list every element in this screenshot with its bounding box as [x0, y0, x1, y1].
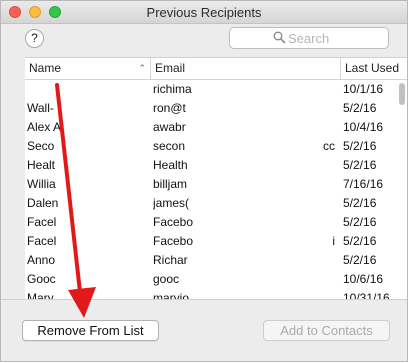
- title-bar: Previous Recipients: [1, 1, 407, 24]
- cell-name: Healt: [27, 158, 56, 172]
- table-row[interactable]: Gooc gooc 10/6/16: [25, 270, 395, 289]
- column-header-name[interactable]: Name ⌃: [25, 58, 150, 79]
- cell-name: [27, 80, 60, 99]
- cell-last-used: 10/6/16: [343, 272, 384, 286]
- vertical-scrollbar[interactable]: [397, 81, 407, 300]
- table-row[interactable]: Seco secon cc 5/2/16: [25, 137, 395, 156]
- cell-name: Seco: [27, 139, 55, 153]
- cell-name: Anno: [27, 253, 56, 267]
- cell-email-overflow: [320, 175, 335, 194]
- cell-email-overflow: [320, 118, 335, 137]
- scrollbar-thumb[interactable]: [399, 83, 405, 105]
- table-row[interactable]: Facel Facebo 5/2/16: [25, 213, 395, 232]
- table-row[interactable]: Wall-ron@t 5/2/16: [25, 99, 395, 118]
- cell-last-used: 5/2/16: [343, 101, 377, 115]
- cell-email-overflow: [320, 99, 335, 118]
- cell-last-used: 5/2/16: [343, 196, 377, 210]
- cell-name: Wall-: [27, 101, 54, 115]
- cell-email: gooc: [153, 272, 180, 286]
- column-header-email-label: Email: [155, 61, 186, 75]
- cell-name: Alex A: [27, 120, 60, 134]
- search-icon: [273, 31, 286, 44]
- table-row[interactable]: Anno Richar 5/2/16: [25, 251, 395, 270]
- cell-email: james(: [153, 196, 190, 210]
- cell-name: Willia: [27, 177, 56, 191]
- cell-email-overflow: [320, 194, 335, 213]
- table-row[interactable]: Healt Health 5/2/16: [25, 156, 395, 175]
- window-title: Previous Recipients: [146, 5, 262, 20]
- cell-name: Dalen: [27, 196, 59, 210]
- cell-email: Facebo: [153, 234, 193, 248]
- cell-last-used: 5/2/16: [343, 215, 377, 229]
- table-row[interactable]: Dalen james( 5/2/16: [25, 194, 395, 213]
- cell-email-overflow: [320, 80, 335, 99]
- cell-email: secon: [153, 139, 186, 153]
- column-header-email[interactable]: Email: [150, 58, 340, 79]
- previous-recipients-window: Previous Recipients ? Name ⌃ Email Last …: [0, 0, 408, 362]
- recipients-table: Name ⌃ Email Last Used richima 10/1/16 Wal…: [25, 57, 407, 300]
- cell-email-overflow: [320, 270, 335, 289]
- bottom-divider: [1, 299, 407, 300]
- cell-email: awabr: [153, 120, 186, 134]
- cell-email-overflow: cc: [323, 139, 335, 153]
- cell-last-used: 5/2/16: [343, 158, 377, 172]
- column-header-name-label: Name: [29, 61, 62, 75]
- cell-email: Health: [153, 158, 188, 172]
- cell-name: Gooc: [27, 272, 56, 286]
- cell-email: Facebo: [153, 215, 193, 229]
- column-header-last-used[interactable]: Last Used: [340, 58, 407, 79]
- cell-email-overflow: [320, 156, 335, 175]
- cell-email: Richar: [153, 253, 188, 267]
- cell-email: ron@t: [153, 101, 186, 115]
- cell-last-used: 10/1/16: [343, 82, 384, 96]
- table-row[interactable]: Facel Facebo i 5/2/16: [25, 232, 395, 251]
- remove-from-list-button[interactable]: Remove From List: [22, 320, 159, 341]
- cell-last-used: 5/2/16: [343, 139, 377, 153]
- column-header-last-used-label: Last Used: [345, 61, 400, 75]
- cell-email: billjam: [153, 177, 188, 191]
- cell-name: Facel: [27, 234, 57, 248]
- cell-name: Facel: [27, 215, 57, 229]
- cell-email: richima: [153, 82, 192, 96]
- cell-email-overflow: [320, 213, 335, 232]
- cell-last-used: 5/2/16: [343, 253, 377, 267]
- cell-last-used: 5/2/16: [343, 234, 377, 248]
- table-row[interactable]: Willia billjam 7/16/16: [25, 175, 395, 194]
- sort-ascending-icon: ⌃: [138, 63, 146, 73]
- search-field[interactable]: [229, 27, 389, 49]
- add-to-contacts-button[interactable]: Add to Contacts: [263, 320, 390, 341]
- cell-email-overflow: i: [332, 234, 335, 248]
- cell-last-used: 10/4/16: [343, 120, 384, 134]
- table-row[interactable]: richima 10/1/16: [25, 80, 395, 99]
- search-input[interactable]: [288, 30, 383, 46]
- table-body: richima 10/1/16 Wall-ron@t 5/2/16 Alex A awab…: [25, 80, 395, 300]
- table-header: Name ⌃ Email Last Used: [25, 58, 407, 80]
- cell-email-overflow: [320, 251, 335, 270]
- help-button[interactable]: ?: [25, 29, 44, 48]
- cell-last-used: 7/16/16: [343, 177, 384, 191]
- table-row[interactable]: Alex A awabr 10/4/16: [25, 118, 395, 137]
